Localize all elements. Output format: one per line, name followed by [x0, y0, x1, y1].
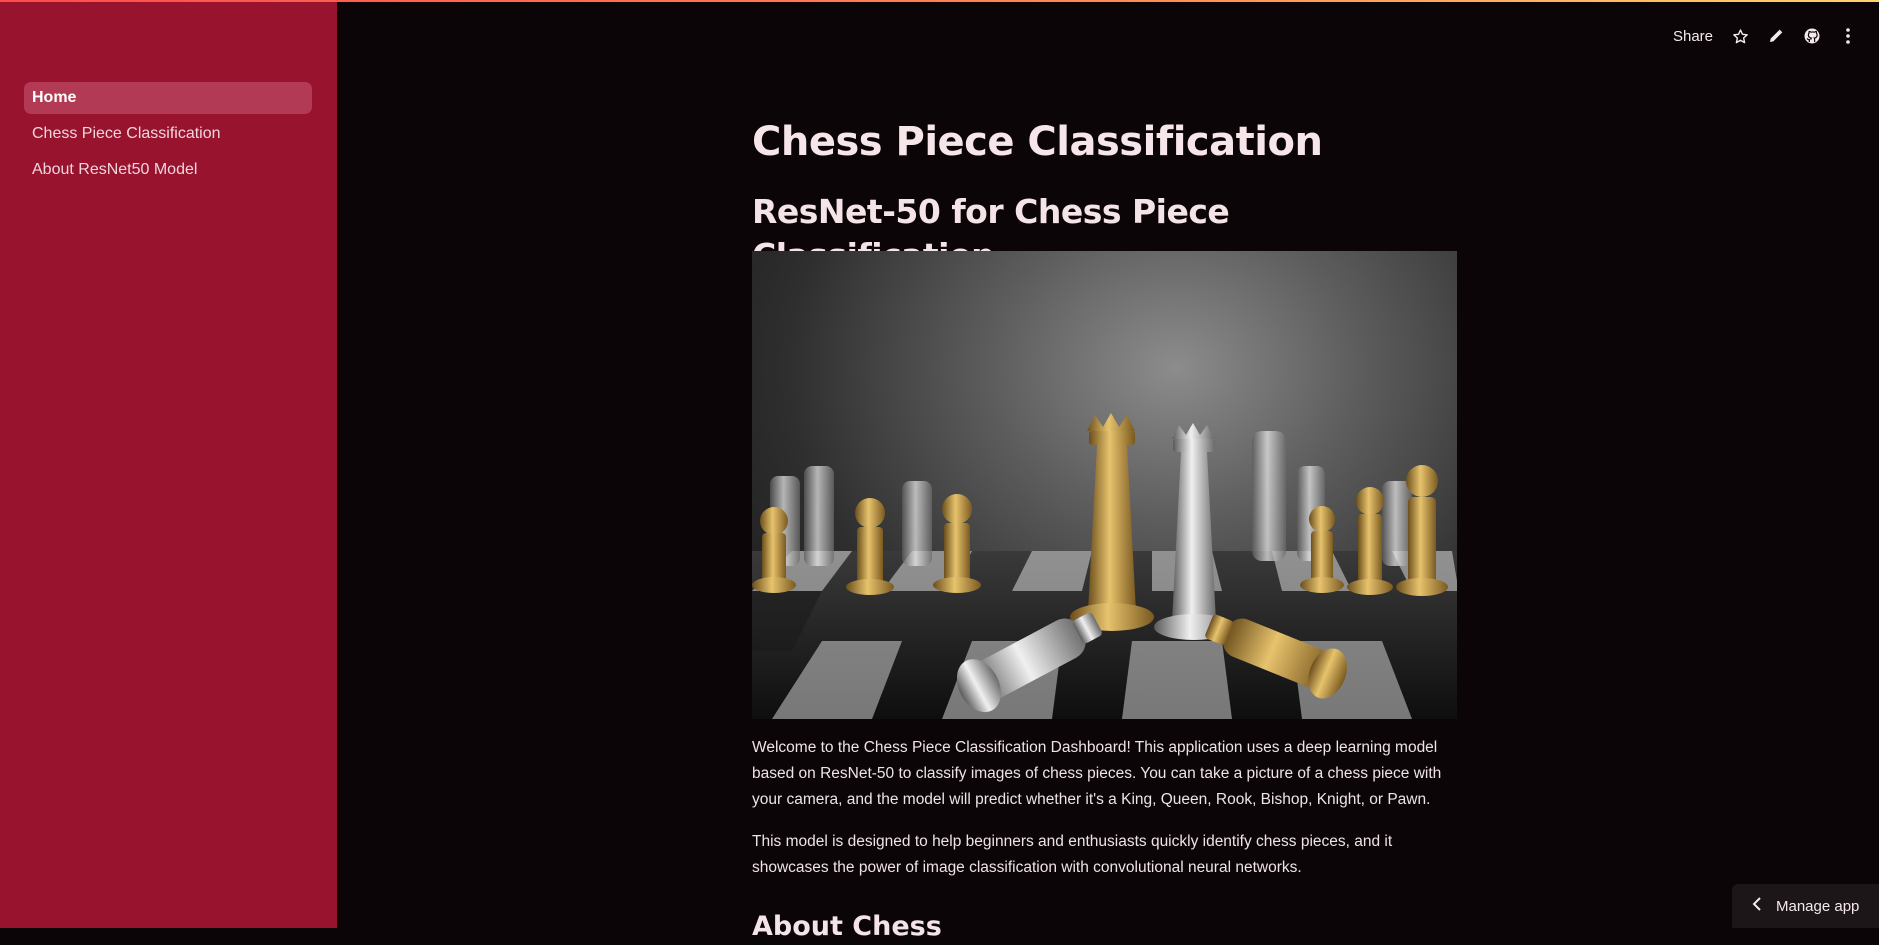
page-title: Chess Piece Classification — [752, 112, 1457, 176]
more-vertical-icon[interactable] — [1839, 27, 1857, 45]
manage-app-label: Manage app — [1776, 898, 1859, 915]
github-icon[interactable] — [1803, 27, 1821, 45]
intro-paragraph: Welcome to the Chess Piece Classificatio… — [752, 735, 1457, 813]
sidebar-nav: Home Chess Piece Classification About Re… — [24, 82, 312, 190]
sidebar-item-chess-piece-classification[interactable]: Chess Piece Classification — [24, 118, 312, 150]
section-heading-about-chess: About Chess — [752, 909, 1457, 945]
header-actions: Share — [1673, 24, 1857, 48]
sidebar-item-about-resnet50-model[interactable]: About ResNet50 Model — [24, 154, 312, 186]
share-button[interactable]: Share — [1673, 28, 1713, 45]
chevron-left-icon — [1752, 897, 1762, 915]
chess-pieces-image — [752, 251, 1457, 719]
top-accent-bar — [0, 0, 1879, 2]
sidebar-item-home[interactable]: Home — [24, 82, 312, 114]
main-content: Chess Piece Classification ResNet-50 for… — [752, 112, 1457, 945]
purpose-paragraph: This model is designed to help beginners… — [752, 829, 1457, 881]
manage-app-button[interactable]: Manage app — [1732, 884, 1879, 928]
sidebar: Home Chess Piece Classification About Re… — [0, 0, 337, 928]
page-subtitle: ResNet-50 for Chess Piece Classification — [752, 190, 1457, 238]
pencil-icon[interactable] — [1767, 27, 1785, 45]
star-icon[interactable] — [1731, 27, 1749, 45]
